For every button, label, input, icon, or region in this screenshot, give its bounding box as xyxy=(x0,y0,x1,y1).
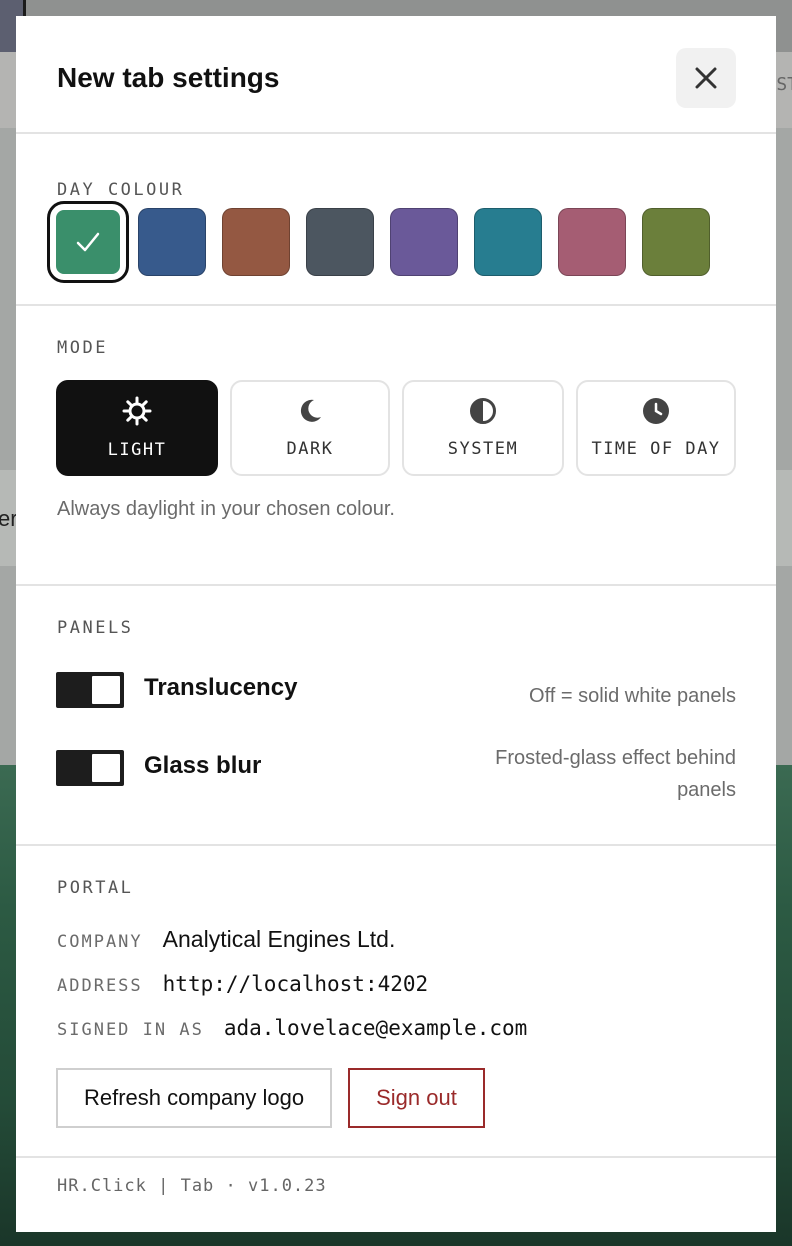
mode-options: LIGHT DARK SYSTEM TIME OF DAY xyxy=(56,380,736,476)
mode-dark-button[interactable]: DARK xyxy=(230,380,390,476)
glass-blur-hint-line1: Frosted-glass effect behind xyxy=(495,747,736,769)
check-icon xyxy=(76,232,100,252)
mode-dark-label: DARK xyxy=(286,439,334,459)
portal-actions: Refresh company logo Sign out xyxy=(56,1068,485,1128)
company-row: COMPANY Analytical Engines Ltd. xyxy=(57,926,395,953)
background-edge-text-right: ST xyxy=(776,74,792,95)
refresh-logo-button[interactable]: Refresh company logo xyxy=(56,1068,333,1128)
sign-out-button[interactable]: Sign out xyxy=(348,1068,485,1128)
signed-in-value: ada.lovelace@example.com xyxy=(223,1016,528,1040)
glass-blur-toggle[interactable] xyxy=(56,750,124,786)
swatch-blue[interactable] xyxy=(138,208,206,276)
day-colour-label: DAY COLOUR xyxy=(57,180,185,200)
glass-blur-label: Glass blur xyxy=(144,752,262,779)
panels-section: PANELS Translucency Off = solid white pa… xyxy=(16,586,776,846)
mode-time-of-day-button[interactable]: TIME OF DAY xyxy=(576,380,736,476)
panels-label: PANELS xyxy=(57,618,134,638)
address-key: ADDRESS xyxy=(57,976,143,996)
moon-icon xyxy=(300,399,321,422)
translucency-toggle[interactable] xyxy=(56,672,124,708)
mode-hint: Always daylight in your chosen colour. xyxy=(57,498,395,520)
glass-blur-hint: Frosted-glass effect behind panels xyxy=(495,742,736,806)
portal-section: PORTAL COMPANY Analytical Engines Ltd. A… xyxy=(16,846,776,1158)
mode-system-button[interactable]: SYSTEM xyxy=(402,380,564,476)
toggle-knob xyxy=(92,676,120,704)
swatch-purple[interactable] xyxy=(390,208,458,276)
toggle-knob xyxy=(92,754,120,782)
modal-header: New tab settings xyxy=(16,16,776,134)
mode-light-label: LIGHT xyxy=(107,440,167,460)
address-row: ADDRESS http://localhost:4202 xyxy=(57,972,428,996)
company-key: COMPANY xyxy=(57,932,143,952)
signed-in-key: SIGNED IN AS xyxy=(57,1020,204,1040)
translucency-hint: Off = solid white panels xyxy=(529,685,736,707)
swatch-green[interactable] xyxy=(47,201,129,283)
mode-system-label: SYSTEM xyxy=(447,439,519,459)
swatch-olive[interactable] xyxy=(642,208,710,276)
swatch-list xyxy=(47,201,710,283)
day-colour-section: DAY COLOUR xyxy=(16,134,776,306)
mode-section: MODE LIGHT DARK SYSTEM TIME OF DAY Alway… xyxy=(16,306,776,586)
clock-icon xyxy=(643,398,669,424)
swatch-rust[interactable] xyxy=(222,208,290,276)
mode-light-button[interactable]: LIGHT xyxy=(56,380,218,476)
translucency-label: Translucency xyxy=(144,674,298,701)
close-button[interactable] xyxy=(676,48,736,108)
mode-label: MODE xyxy=(57,338,108,358)
swatch-slate[interactable] xyxy=(306,208,374,276)
swatch-teal[interactable] xyxy=(474,208,542,276)
footer-version: HR.Click | Tab · v1.0.23 xyxy=(57,1176,327,1196)
swatch-rose[interactable] xyxy=(558,208,626,276)
mode-time-of-day-label: TIME OF DAY xyxy=(591,439,721,459)
portal-label: PORTAL xyxy=(57,878,134,898)
half-circle-icon xyxy=(470,398,496,424)
glass-blur-hint-line2: panels xyxy=(677,779,736,801)
close-icon xyxy=(695,67,717,89)
signed-in-row: SIGNED IN AS ada.lovelace@example.com xyxy=(57,1016,527,1040)
sun-icon xyxy=(122,396,152,426)
background-edge-text: er xyxy=(0,506,18,531)
address-value: http://localhost:4202 xyxy=(162,972,429,996)
settings-modal: New tab settings DAY COLOUR MODE LIGHT D… xyxy=(16,16,776,1232)
modal-title: New tab settings xyxy=(57,62,280,93)
company-value: Analytical Engines Ltd. xyxy=(162,926,396,952)
